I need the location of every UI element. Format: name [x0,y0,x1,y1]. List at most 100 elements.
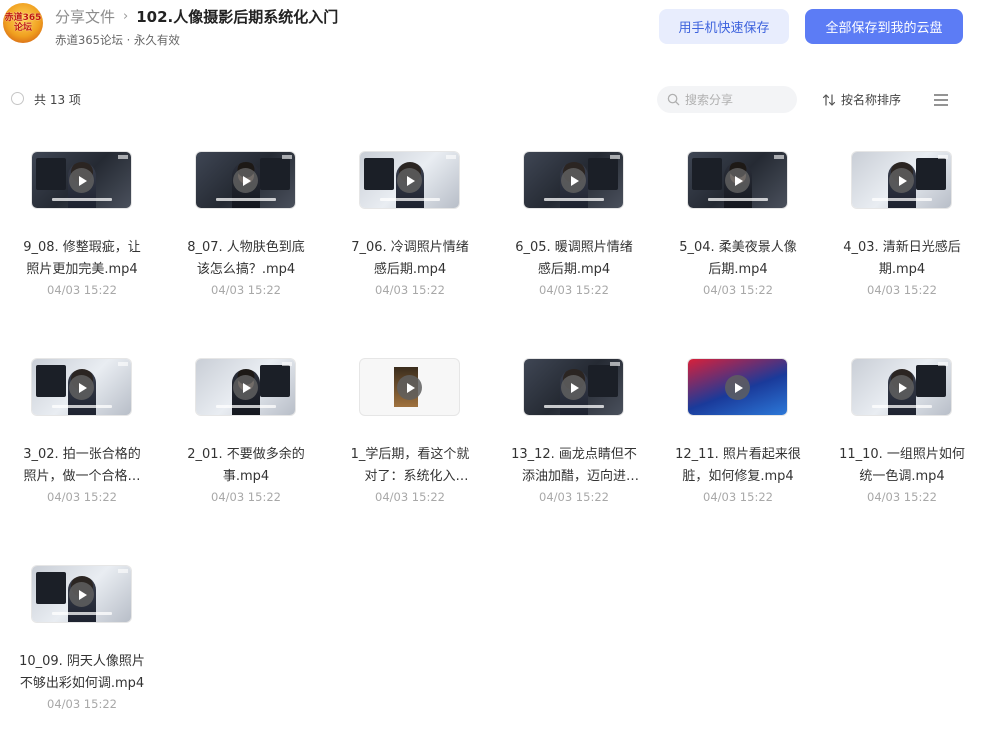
file-item[interactable]: 3_02. 拍一张合格的照片，做一个合格的后期.mp4 04/03 15:22 [0,347,164,537]
file-name[interactable]: 5_04. 柔美夜景人像后期.mp4 [674,237,802,281]
file-name[interactable]: 1_学后期，看这个就对了：系统化入门.mp4 [346,444,474,488]
thumbnail-monitor [260,158,290,190]
search-box[interactable] [657,86,797,113]
sharer-avatar[interactable]: 赤道365论坛 [3,3,43,43]
play-icon[interactable] [397,375,422,400]
video-thumbnail[interactable] [360,152,459,208]
thumbnail-watermark [610,362,620,366]
play-icon[interactable] [233,375,258,400]
file-name[interactable]: 11_10. 一组照片如何统一色调.mp4 [838,444,966,488]
video-thumbnail[interactable] [32,152,131,208]
thumbnail-watermark [446,155,456,159]
play-triangle-icon [570,382,579,393]
sort-label: 按名称排序 [841,93,902,107]
search-input[interactable] [685,89,785,110]
play-triangle-icon [406,175,415,186]
file-name[interactable]: 6_05. 暖调照片情绪感后期.mp4 [510,237,638,281]
thumbnail-watermark [282,362,292,366]
video-thumbnail[interactable] [688,359,787,415]
file-name[interactable]: 10_09. 阴天人像照片不够出彩如何调.mp4 [18,651,146,695]
breadcrumb-separator-icon: › [123,8,129,24]
thumbnail-watermark [282,155,292,159]
file-item[interactable]: 6_05. 暖调照片情绪感后期.mp4 04/03 15:22 [492,140,656,330]
file-name[interactable]: 7_06. 冷调照片情绪感后期.mp4 [346,237,474,281]
thumbnail-caption [52,612,112,615]
file-item[interactable]: 2_01. 不要做多余的事.mp4 04/03 15:22 [164,347,328,537]
file-item[interactable]: 11_10. 一组照片如何统一色调.mp4 04/03 15:22 [820,347,984,537]
play-icon[interactable] [725,375,750,400]
mobile-save-button[interactable]: 用手机快速保存 [659,9,789,44]
save-all-button[interactable]: 全部保存到我的云盘 [805,9,963,44]
thumbnail-caption [544,405,604,408]
file-date: 04/03 15:22 [47,283,117,297]
file-item[interactable]: 13_12. 画龙点睛但不添油加醋，迈向进阶.mp4 04/03 15:22 [492,347,656,537]
file-date: 04/03 15:22 [211,283,281,297]
list-view-icon[interactable] [933,93,949,107]
file-name[interactable]: 9_08. 修整瑕疵，让照片更加完美.mp4 [18,237,146,281]
thumbnail-monitor [364,158,394,190]
play-icon[interactable] [725,168,750,193]
breadcrumb: 分享文件 › 102.人像摄影后期系统化入门 [55,6,338,26]
share-header: 赤道365论坛 分享文件 › 102.人像摄影后期系统化入门 赤道365论坛 ·… [0,0,991,60]
thumbnail-watermark [118,362,128,366]
share-subtitle: 赤道365论坛 · 永久有效 [55,33,180,47]
thumbnail-watermark [118,155,128,159]
thumbnail-monitor [692,158,722,190]
file-date: 04/03 15:22 [539,283,609,297]
thumbnail-caption [872,405,932,408]
thumbnail-monitor [588,365,618,397]
play-icon[interactable] [69,375,94,400]
play-triangle-icon [898,175,907,186]
play-icon[interactable] [233,168,258,193]
file-date: 04/03 15:22 [211,490,281,504]
video-thumbnail[interactable] [852,359,951,415]
video-thumbnail[interactable] [524,359,623,415]
play-triangle-icon [406,382,415,393]
video-thumbnail[interactable] [32,359,131,415]
play-icon[interactable] [561,375,586,400]
play-icon[interactable] [69,168,94,193]
page-title: 102.人像摄影后期系统化入门 [136,7,339,26]
file-name[interactable]: 3_02. 拍一张合格的照片，做一个合格的后期.mp4 [18,444,146,488]
video-thumbnail[interactable] [360,359,459,415]
video-thumbnail[interactable] [196,359,295,415]
file-date: 04/03 15:22 [703,490,773,504]
file-item[interactable]: 12_11. 照片看起来很脏，如何修复.mp4 04/03 15:22 [656,347,820,537]
video-thumbnail[interactable] [524,152,623,208]
file-name[interactable]: 13_12. 画龙点睛但不添油加醋，迈向进阶.mp4 [510,444,638,488]
file-item[interactable]: 5_04. 柔美夜景人像后期.mp4 04/03 15:22 [656,140,820,330]
select-all-checkbox[interactable] [11,92,24,105]
file-name[interactable]: 8_07. 人物肤色到底该怎么搞？.mp4 [182,237,310,281]
file-name[interactable]: 12_11. 照片看起来很脏，如何修复.mp4 [674,444,802,488]
file-item[interactable]: 7_06. 冷调照片情绪感后期.mp4 04/03 15:22 [328,140,492,330]
play-icon[interactable] [69,582,94,607]
thumbnail-watermark [610,155,620,159]
thumbnail-monitor [260,365,290,397]
file-item[interactable]: 1_学后期，看这个就对了：系统化入门.mp4 04/03 15:22 [328,347,492,537]
video-thumbnail[interactable] [196,152,295,208]
file-date: 04/03 15:22 [867,490,937,504]
play-triangle-icon [242,382,251,393]
play-triangle-icon [734,382,743,393]
file-name[interactable]: 4_03. 清新日光感后期.mp4 [838,237,966,281]
sort-by-name-button[interactable]: 按名称排序 [822,91,901,108]
breadcrumb-root-link[interactable]: 分享文件 [55,6,115,27]
thumbnail-caption [380,198,440,201]
file-item[interactable]: 9_08. 修整瑕疵，让照片更加完美.mp4 04/03 15:22 [0,140,164,330]
file-item[interactable]: 4_03. 清新日光感后期.mp4 04/03 15:22 [820,140,984,330]
thumbnail-watermark [118,569,128,573]
video-thumbnail[interactable] [852,152,951,208]
file-date: 04/03 15:22 [47,697,117,711]
play-icon[interactable] [397,168,422,193]
video-thumbnail[interactable] [688,152,787,208]
play-icon[interactable] [889,375,914,400]
file-item[interactable]: 10_09. 阴天人像照片不够出彩如何调.mp4 04/03 15:22 [0,554,164,744]
file-item[interactable]: 8_07. 人物肤色到底该怎么搞？.mp4 04/03 15:22 [164,140,328,330]
file-name[interactable]: 2_01. 不要做多余的事.mp4 [182,444,310,488]
thumbnail-watermark [774,155,784,159]
play-icon[interactable] [889,168,914,193]
video-thumbnail[interactable] [32,566,131,622]
play-icon[interactable] [561,168,586,193]
thumbnail-monitor [588,158,618,190]
item-count: 共 13 项 [34,93,81,107]
